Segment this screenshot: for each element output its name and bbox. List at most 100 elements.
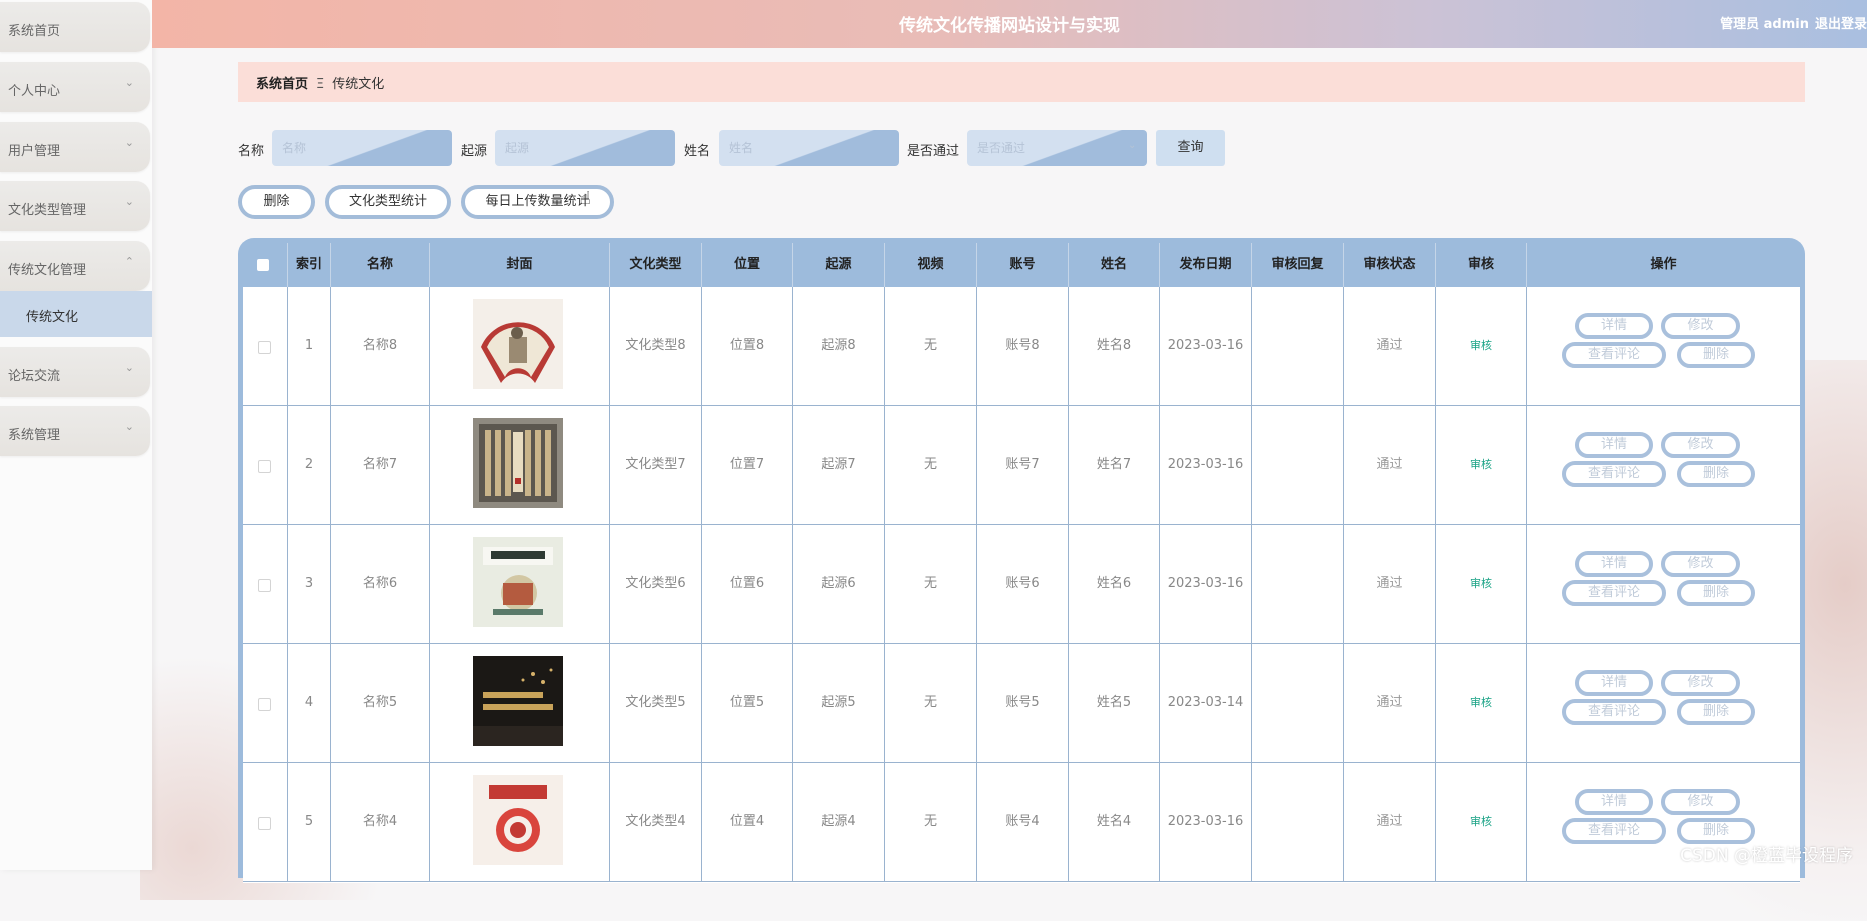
- sidebar-item-traditional-culture-management[interactable]: 传统文化管理 ⌃: [0, 241, 150, 291]
- audit-cell: 审核: [1436, 763, 1527, 881]
- sidebar-item-culture-type-management[interactable]: 文化类型管理 ⌄: [0, 181, 150, 231]
- name-cell: 名称5: [331, 644, 430, 762]
- type-cell: 文化类型5: [610, 644, 702, 762]
- audit-cell: 审核: [1436, 525, 1527, 643]
- view-comments-button[interactable]: 查看评论: [1562, 818, 1666, 844]
- top-header: 传统文化传播网站设计与实现 管理员 admin 退出登录: [152, 0, 1867, 48]
- person-cell: 姓名8: [1069, 287, 1160, 405]
- row-select-cell: [243, 406, 288, 524]
- breadcrumb-home[interactable]: 系统首页: [256, 77, 308, 92]
- detail-button[interactable]: 详情: [1575, 789, 1653, 815]
- sidebar-item-label: 系统首页: [8, 24, 61, 39]
- name-cell: 名称6: [331, 525, 430, 643]
- status-cell: 通过: [1344, 525, 1436, 643]
- audit-link[interactable]: 审核: [1470, 577, 1492, 590]
- breadcrumb-separator: Ξ: [316, 77, 325, 92]
- operations-cell: 详情 修改查看评论 删除: [1527, 525, 1800, 643]
- view-comments-button[interactable]: 查看评论: [1562, 699, 1666, 725]
- detail-button[interactable]: 详情: [1575, 432, 1653, 458]
- logout-link[interactable]: 退出登录: [1815, 13, 1867, 32]
- column-header: 姓名: [1069, 243, 1160, 287]
- origin-cell: 起源4: [793, 763, 885, 881]
- type-cell: 文化类型8: [610, 287, 702, 405]
- video-cell: 无: [885, 644, 977, 762]
- detail-button[interactable]: 详情: [1575, 313, 1653, 339]
- chevron-down-icon: ⌄: [124, 136, 134, 149]
- column-header: 审核状态: [1344, 243, 1436, 287]
- row-select-cell: [243, 525, 288, 643]
- cover-cell: [430, 763, 610, 881]
- daily-upload-stats-button[interactable]: 每日上传数量统计: [461, 185, 614, 219]
- chevron-down-icon: ⌄: [124, 361, 134, 374]
- origin-cell: 起源5: [793, 644, 885, 762]
- detail-button[interactable]: 详情: [1575, 551, 1653, 577]
- sidebar-item-home[interactable]: 系统首页: [0, 2, 150, 52]
- person-cell: 姓名5: [1069, 644, 1160, 762]
- type-stats-button[interactable]: 文化类型统计: [325, 185, 451, 219]
- sidebar-item-label: 传统文化管理: [8, 263, 87, 278]
- row-checkbox[interactable]: [258, 341, 271, 354]
- edit-button[interactable]: 修改: [1661, 551, 1740, 577]
- reply-cell: [1252, 287, 1344, 405]
- delete-button[interactable]: 删除: [1677, 699, 1755, 725]
- account-cell: 账号7: [977, 406, 1069, 524]
- sidebar-item-label: 文化类型管理: [8, 203, 87, 218]
- audit-link[interactable]: 审核: [1470, 815, 1492, 828]
- date-cell: 2023-03-14: [1160, 644, 1252, 762]
- sidebar-item-label: 个人中心: [8, 84, 61, 99]
- delete-button[interactable]: 删除: [1677, 461, 1755, 487]
- search-origin-label: 起源: [461, 144, 488, 159]
- sidebar-item-personal-center[interactable]: 个人中心 ⌄: [0, 62, 150, 112]
- audit-link[interactable]: 审核: [1470, 458, 1492, 471]
- sidebar-item-user-management[interactable]: 用户管理 ⌄: [0, 122, 150, 172]
- delete-button[interactable]: 删除: [1677, 580, 1755, 606]
- view-comments-button[interactable]: 查看评论: [1562, 342, 1666, 368]
- column-header: 索引: [288, 243, 331, 287]
- operations-cell: 详情 修改查看评论 删除: [1527, 406, 1800, 524]
- sidebar-subitem-traditional-culture[interactable]: 传统文化: [0, 291, 152, 337]
- name-cell: 名称7: [331, 406, 430, 524]
- edit-button[interactable]: 修改: [1661, 789, 1740, 815]
- row-checkbox[interactable]: [258, 460, 271, 473]
- audit-link[interactable]: 审核: [1470, 339, 1492, 352]
- row-select-cell: [243, 763, 288, 881]
- type-cell: 文化类型6: [610, 525, 702, 643]
- cover-image: [473, 775, 563, 865]
- sidebar-item-forum[interactable]: 论坛交流 ⌄: [0, 347, 150, 397]
- account-cell: 账号8: [977, 287, 1069, 405]
- edit-button[interactable]: 修改: [1661, 670, 1740, 696]
- search-pass-select[interactable]: [967, 130, 1147, 166]
- sidebar-item-system-management[interactable]: 系统管理 ⌄: [0, 406, 150, 456]
- chevron-down-icon: ⌄: [124, 420, 134, 433]
- delete-button[interactable]: 删除: [1677, 342, 1755, 368]
- column-header: 操作: [1650, 257, 1677, 272]
- column-header: 位置: [702, 243, 793, 287]
- row-checkbox[interactable]: [258, 579, 271, 592]
- search-person-input[interactable]: [719, 130, 899, 166]
- query-button[interactable]: 查询: [1156, 130, 1225, 166]
- cover-image: [473, 537, 563, 627]
- row-checkbox[interactable]: [258, 698, 271, 711]
- sidebar-item-label: 论坛交流: [8, 369, 61, 384]
- account-cell: 账号4: [977, 763, 1069, 881]
- audit-link[interactable]: 审核: [1470, 696, 1492, 709]
- edit-button[interactable]: 修改: [1661, 313, 1740, 339]
- sidebar-item-label: 系统管理: [8, 428, 61, 443]
- row-checkbox[interactable]: [258, 817, 271, 830]
- detail-button[interactable]: 详情: [1575, 670, 1653, 696]
- status-cell: 通过: [1344, 644, 1436, 762]
- search-name-input[interactable]: [272, 130, 452, 166]
- search-name-label: 名称: [238, 144, 265, 159]
- column-header: 发布日期: [1160, 243, 1252, 287]
- view-comments-button[interactable]: 查看评论: [1562, 461, 1666, 487]
- view-comments-button[interactable]: 查看评论: [1562, 580, 1666, 606]
- edit-button[interactable]: 修改: [1661, 432, 1740, 458]
- audit-cell: 审核: [1436, 287, 1527, 405]
- video-cell: 无: [885, 406, 977, 524]
- batch-delete-button[interactable]: 删除: [238, 185, 315, 219]
- cover-cell: [430, 644, 610, 762]
- search-origin-input[interactable]: [495, 130, 675, 166]
- table-row: 5 名称4 文化类型4 位置4 起源4 无账号4 姓名4 2023-03-16 通过 审核 详情 修改…: [243, 763, 1800, 882]
- select-all-checkbox[interactable]: [257, 259, 269, 271]
- index-cell: 5: [288, 763, 331, 881]
